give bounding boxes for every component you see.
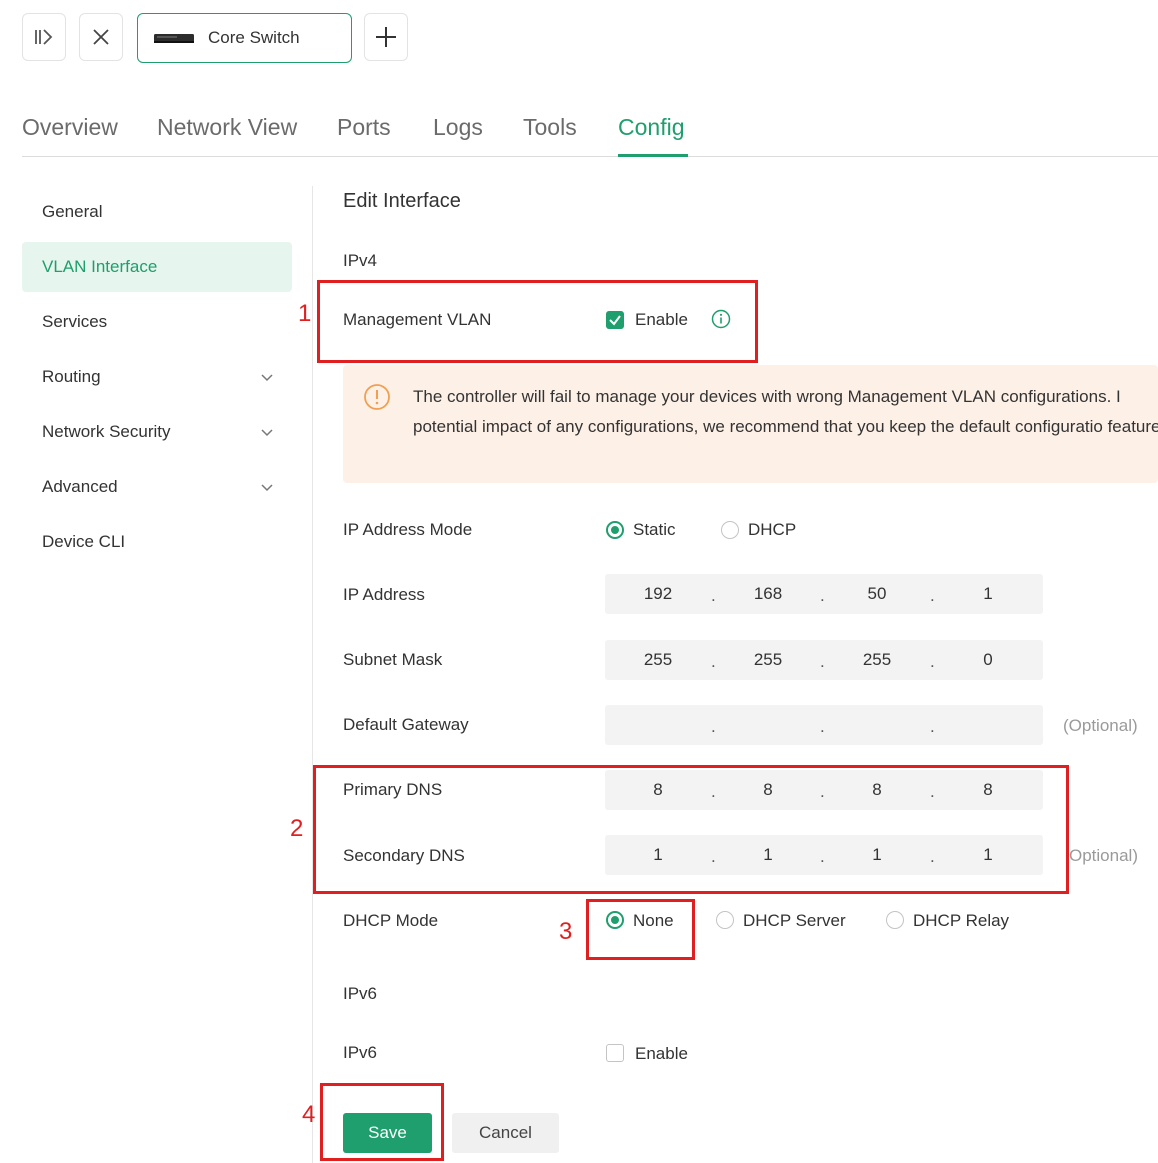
expand-panel-icon: [35, 29, 53, 45]
sidebar-item-vlan-interface[interactable]: VLAN Interface: [22, 242, 292, 292]
collapse-sidebar-button[interactable]: [22, 13, 66, 61]
default-gateway-label: Default Gateway: [343, 715, 469, 734]
annotation-box-3: [586, 899, 695, 960]
sidebar-item-label: Device CLI: [42, 532, 126, 551]
mask-octet-4[interactable]: 0: [958, 650, 1018, 670]
switch-device-icon: [154, 34, 194, 43]
ip-dot: .: [820, 717, 825, 736]
sidebar-item-general[interactable]: General: [22, 187, 292, 237]
ip-dot: .: [820, 652, 825, 671]
annotation-number-3: 3: [559, 918, 573, 945]
sidebar-item-advanced[interactable]: Advanced: [22, 462, 292, 512]
sidebar-divider: [312, 186, 313, 1163]
annotation-number-1: 1: [298, 300, 312, 327]
mask-octet-1[interactable]: 255: [628, 650, 688, 670]
sidebar-item-routing[interactable]: Routing: [22, 352, 292, 402]
close-tab-button[interactable]: [79, 13, 123, 61]
ip-dot: .: [930, 717, 935, 736]
ip-address-label: IP Address: [343, 585, 425, 604]
ip-octet-1[interactable]: 192: [628, 584, 688, 604]
annotation-box-4: [320, 1083, 444, 1161]
ipv6-enable-label: Enable: [635, 1044, 688, 1063]
ipv6-enable-checkbox[interactable]: [606, 1044, 624, 1062]
ipv4-section-title: IPv4: [343, 251, 378, 270]
mask-octet-3[interactable]: 255: [847, 650, 907, 670]
tab-network-view[interactable]: Network View: [157, 114, 297, 141]
tab-logs[interactable]: Logs: [433, 114, 483, 141]
chevron-down-icon: [261, 484, 273, 492]
sidebar-item-label: VLAN Interface: [42, 257, 158, 276]
page-title: Edit Interface: [343, 190, 461, 212]
dhcp-mode-label: DHCP Mode: [343, 911, 439, 930]
warning-icon: [364, 384, 390, 410]
ip-address-mode-label: IP Address Mode: [343, 520, 473, 539]
dhcp-mode-relay-radio[interactable]: [886, 911, 904, 929]
subnet-mask-field[interactable]: 255 . 255 . 255 . 0: [605, 640, 1043, 680]
dhcp-mode-server-label: DHCP Server: [743, 911, 846, 930]
annotation-number-4: 4: [302, 1101, 316, 1128]
default-gateway-field[interactable]: . . .: [605, 705, 1043, 745]
ip-dot: .: [711, 717, 716, 736]
ip-mode-static-radio[interactable]: [606, 521, 624, 539]
close-icon: [93, 29, 109, 45]
ip-octet-4[interactable]: 1: [958, 584, 1018, 604]
default-gateway-optional-note: (Optional): [1063, 716, 1138, 735]
warning-text: The controller will fail to manage your …: [413, 387, 1158, 436]
ip-octet-2[interactable]: 168: [738, 584, 798, 604]
sidebar-item-device-cli[interactable]: Device CLI: [22, 517, 292, 567]
tab-tools[interactable]: Tools: [523, 114, 577, 141]
device-tab-core-switch[interactable]: Core Switch: [137, 13, 352, 63]
ip-dot: .: [711, 586, 716, 605]
dhcp-mode-server-radio[interactable]: [716, 911, 734, 929]
chevron-down-icon: [261, 429, 273, 437]
tab-ports[interactable]: Ports: [337, 114, 391, 141]
cancel-button[interactable]: Cancel: [452, 1113, 559, 1153]
plus-icon: [376, 27, 396, 47]
ip-dot: .: [930, 652, 935, 671]
ipv6-section-title: IPv6: [343, 984, 378, 1003]
annotation-number-2: 2: [290, 815, 304, 842]
annotation-box-1: [317, 280, 758, 363]
ip-mode-static-label: Static: [633, 520, 676, 539]
sidebar-item-label: Services: [42, 312, 108, 331]
tabs-divider: [22, 156, 1158, 157]
add-tab-button[interactable]: [364, 13, 408, 61]
mask-octet-2[interactable]: 255: [738, 650, 798, 670]
sidebar-item-services[interactable]: Services: [22, 297, 292, 347]
management-vlan-warning: The controller will fail to manage your …: [343, 365, 1158, 483]
sidebar-item-label: General: [42, 202, 103, 221]
ip-mode-dhcp-label: DHCP: [748, 520, 797, 539]
ip-dot: .: [930, 586, 935, 605]
chevron-down-icon: [261, 374, 273, 382]
ip-dot: .: [820, 586, 825, 605]
ipv6-label: IPv6: [343, 1043, 378, 1062]
ip-address-field[interactable]: 192 . 168 . 50 . 1: [605, 574, 1043, 614]
sidebar-item-network-security[interactable]: Network Security: [22, 407, 292, 457]
sidebar-item-label: Network Security: [42, 422, 171, 441]
annotation-box-2: [313, 765, 1069, 894]
device-tab-label: Core Switch: [208, 28, 300, 47]
ip-octet-3[interactable]: 50: [847, 584, 907, 604]
sidebar-item-label: Advanced: [42, 477, 118, 496]
subnet-mask-label: Subnet Mask: [343, 650, 443, 669]
active-tab-indicator: [618, 154, 688, 157]
sidebar-item-label: Routing: [42, 367, 101, 386]
tab-overview[interactable]: Overview: [22, 114, 118, 141]
tab-config[interactable]: Config: [618, 114, 684, 141]
secondary-dns-optional-note: Optional): [1069, 846, 1138, 865]
dhcp-mode-relay-label: DHCP Relay: [913, 911, 1010, 930]
ip-dot: .: [711, 652, 716, 671]
ip-mode-dhcp-radio[interactable]: [721, 521, 739, 539]
